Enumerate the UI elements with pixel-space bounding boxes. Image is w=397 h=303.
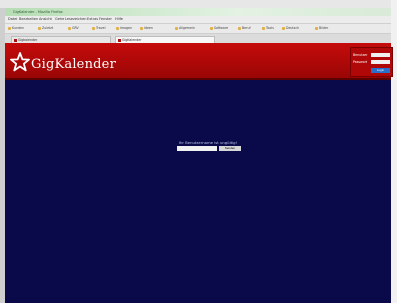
folder-icon [38, 26, 41, 30]
menu-item[interactable]: Ansicht [39, 16, 52, 23]
bookmark-item[interactable]: Zuletzt [38, 26, 53, 31]
folder-icon [238, 26, 241, 30]
bookmark-label: Kunden [12, 26, 24, 30]
tab-label: GigKalender [122, 38, 142, 42]
center-text-input[interactable] [177, 146, 217, 151]
folder-icon [282, 26, 285, 30]
menu-item[interactable]: Lesezeichen [65, 16, 87, 23]
bookmark-label: Deutsch [286, 26, 300, 30]
site-header: GigKalender Benutzer Passwort Login [5, 43, 393, 80]
bookmark-item[interactable]: Kunden [8, 26, 24, 31]
username-input[interactable] [371, 53, 390, 57]
folder-icon [140, 26, 143, 30]
status-message: Ihr Benutzername ist ungültig! [178, 140, 238, 145]
bookmark-label: Ideen [144, 26, 153, 30]
bookmark-item[interactable]: Imagen [116, 26, 132, 31]
bookmark-label: Software [214, 26, 229, 30]
monitor-right-edge [391, 0, 397, 303]
monitor-top-edge [0, 0, 397, 8]
star-logo-icon [10, 52, 30, 72]
bookmark-label: Zuletzt [42, 26, 54, 30]
screen: GigKalender - Mozilla Firefox Datei Bear… [0, 0, 397, 303]
bookmark-item[interactable]: Ideen [140, 26, 153, 31]
folder-icon [116, 26, 119, 30]
tab-label: Gigkalender [18, 38, 38, 42]
folder-icon [315, 26, 318, 30]
center-form: Senden [177, 146, 241, 152]
bookmark-item[interactable]: Tools [262, 26, 274, 31]
menu-item[interactable]: Gehe [55, 16, 64, 23]
folder-icon [175, 26, 178, 30]
favicon-icon [14, 39, 17, 42]
username-label: Benutzer [353, 53, 368, 57]
browser-titlebar: GigKalender - Mozilla Firefox [5, 8, 391, 16]
favicon-icon [118, 39, 121, 42]
password-label: Passwort [353, 60, 368, 64]
menu-item[interactable]: Datei [8, 16, 17, 23]
bookmark-item[interactable]: GRV [68, 26, 79, 31]
folder-icon [68, 26, 71, 30]
bookmark-label: Beruf [242, 26, 251, 30]
tab-gigkalender-1[interactable]: Gigkalender [11, 36, 111, 43]
bookmark-item[interactable]: Software [210, 26, 228, 31]
bookmark-item[interactable]: Allgemein [175, 26, 195, 31]
folder-icon [92, 26, 95, 30]
send-button[interactable]: Senden [219, 146, 241, 151]
bookmarks-toolbar: Kunden Zuletzt GRV Travel Imagen Ideen A… [5, 24, 391, 34]
window-title: GigKalender - Mozilla Firefox [13, 10, 63, 14]
password-input[interactable] [371, 60, 390, 64]
menu-item[interactable]: Fenster [99, 16, 112, 23]
bookmark-label: Imagen [120, 26, 133, 30]
menu-item[interactable]: Extras [87, 16, 98, 23]
bookmark-label: Bilder [319, 26, 329, 30]
bookmark-label: Travel [96, 26, 106, 30]
bookmark-item[interactable]: Beruf [238, 26, 251, 31]
bookmark-item[interactable]: Bilder [315, 26, 328, 31]
login-button[interactable]: Login [371, 68, 390, 73]
web-page: GigKalender Benutzer Passwort Login Ihr … [5, 43, 393, 303]
bookmark-label: Tools [266, 26, 274, 30]
folder-icon [8, 26, 11, 30]
site-logo-text: GigKalender [31, 57, 116, 72]
browser-menubar: Datei Bearbeiten Ansicht Gehe Lesezeiche… [5, 16, 391, 24]
menu-item[interactable]: Hilfe [115, 16, 123, 23]
tab-gigkalender-2[interactable]: GigKalender [115, 36, 215, 43]
folder-icon [262, 26, 265, 30]
bookmark-item[interactable]: Travel [92, 26, 105, 31]
menu-item[interactable]: Bearbeiten [19, 16, 38, 23]
folder-icon [210, 26, 213, 30]
login-panel: Benutzer Passwort Login [350, 47, 393, 77]
browser-tabbar: Gigkalender GigKalender [5, 34, 391, 43]
bookmark-item[interactable]: Deutsch [282, 26, 299, 31]
bookmark-label: Allgemein [179, 26, 195, 30]
bookmark-label: GRV [72, 26, 79, 30]
